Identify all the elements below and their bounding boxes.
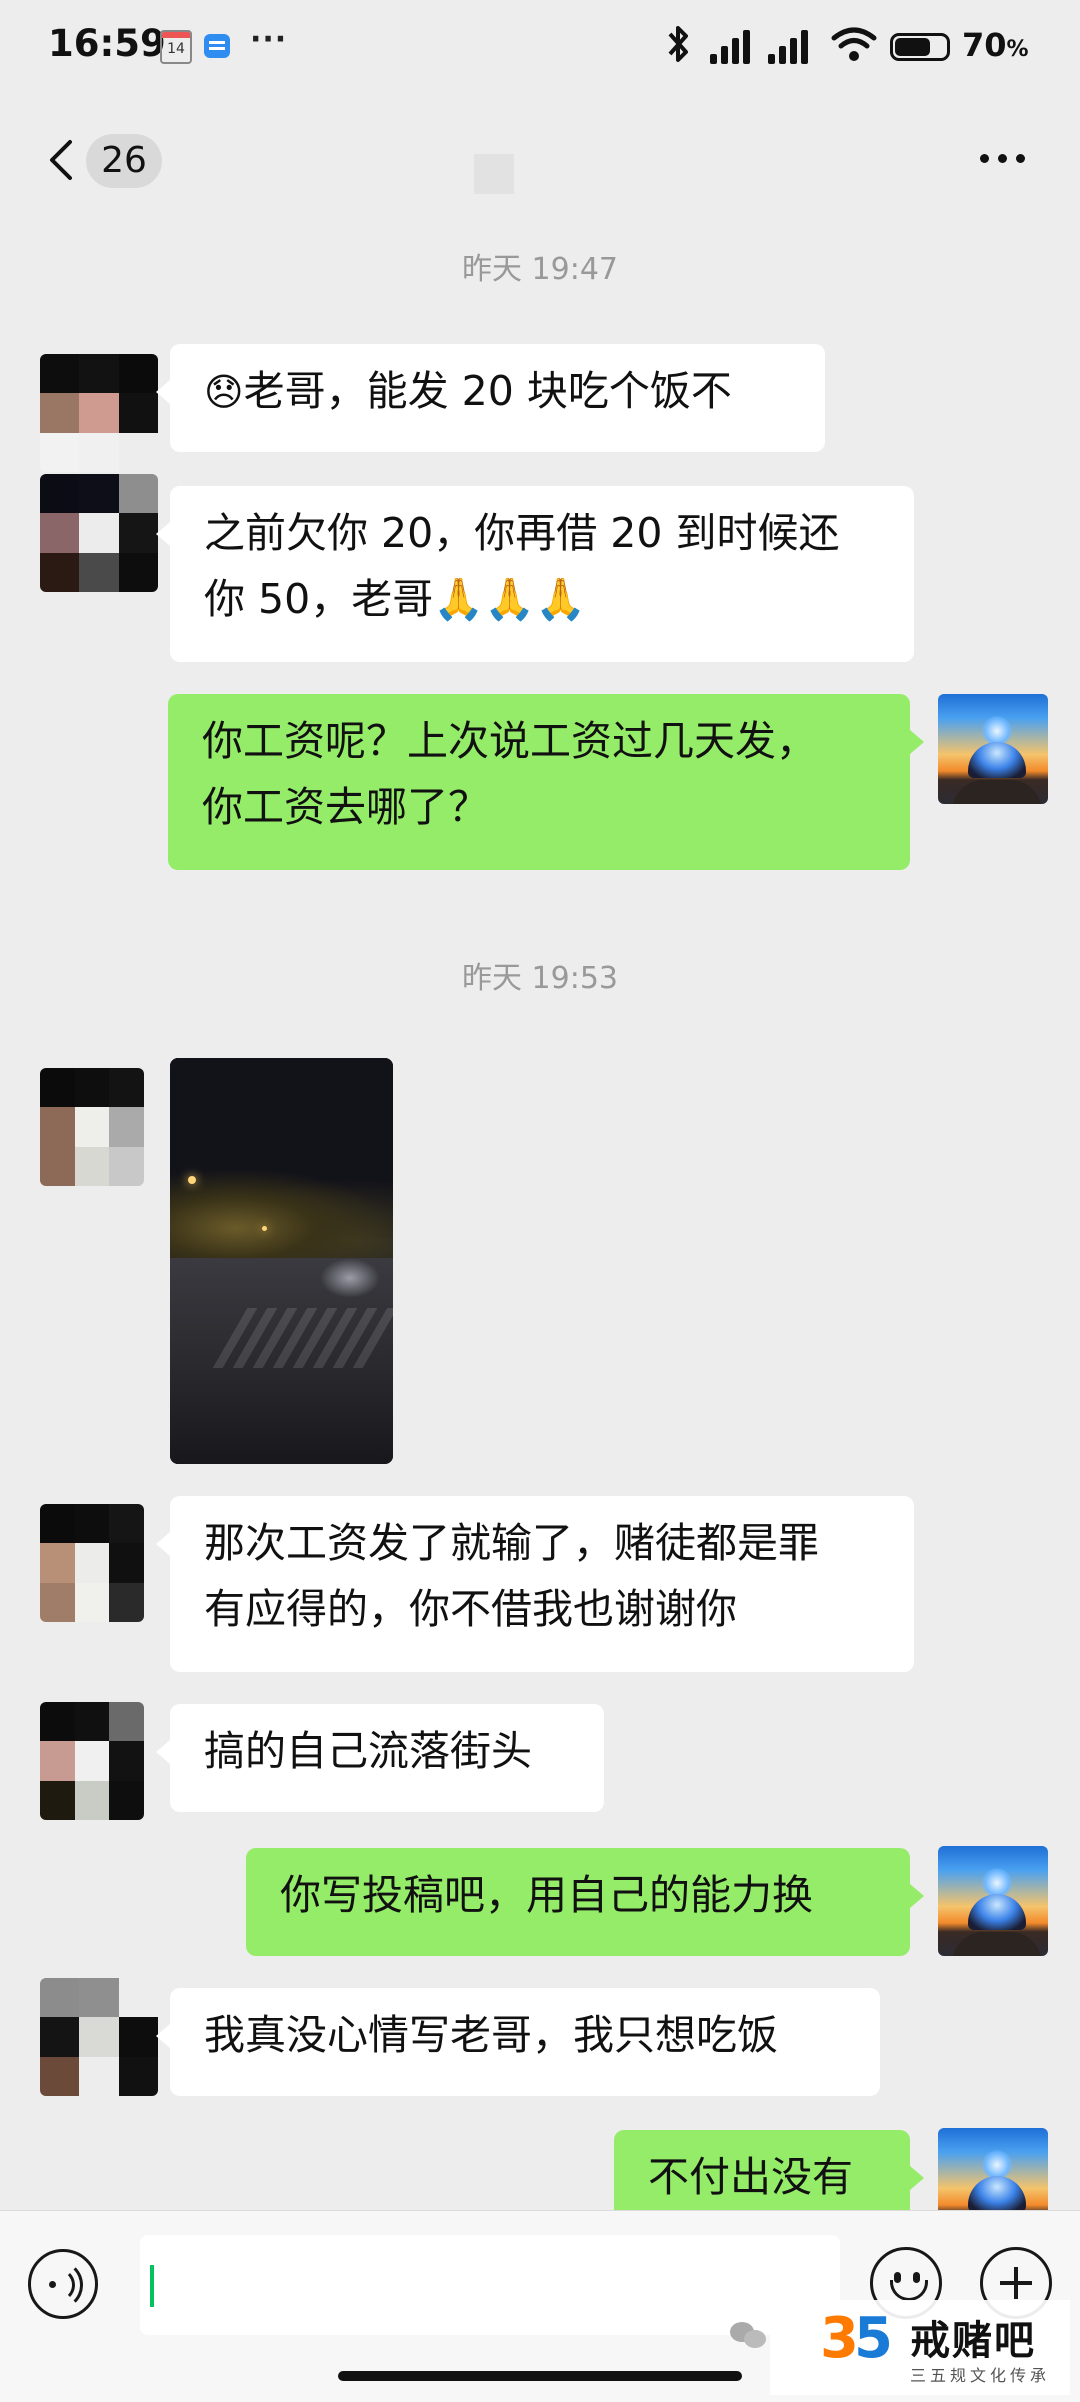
message-bubble-incoming[interactable]: 我真没心情写老哥，我只想吃饭	[156, 1988, 880, 2096]
wechat-watermark-icon	[730, 2318, 770, 2352]
my-avatar[interactable]	[938, 1846, 1048, 1956]
contact-avatar[interactable]	[40, 354, 158, 472]
message-text-line: 有应得的，你不借我也谢谢你	[204, 1585, 737, 1633]
watermark-subtitle: 三五规文化传承	[910, 2366, 1051, 2385]
sad-face-emoji: 😞	[204, 370, 244, 414]
watermark-logo-digit: 5	[854, 2306, 893, 2371]
timestamp: 昨天 19:47	[462, 252, 618, 287]
contact-avatar[interactable]	[40, 1978, 158, 2096]
voice-input-icon[interactable]	[28, 2249, 98, 2319]
more-notifications-icon: ···	[250, 22, 288, 57]
message-bubble-incoming[interactable]: 😞老哥，能发 20 块吃个饭不	[156, 344, 825, 452]
message-text: 不付出没有	[648, 2153, 853, 2201]
unread-count-badge[interactable]: 26	[86, 134, 162, 188]
calendar-icon: 14	[160, 30, 192, 64]
street-light	[188, 1176, 196, 1184]
contact-avatar[interactable]	[40, 474, 158, 592]
message-text: 你写投稿吧，用自己的能力换	[280, 1871, 813, 1919]
back-arrow-icon[interactable]	[46, 138, 76, 182]
message-text: 老哥，能发 20 块吃个饭不	[243, 367, 732, 415]
battery-fill	[895, 38, 930, 56]
signal-icon-2	[768, 30, 810, 64]
message-text-line: 你 50，老哥🙏🙏🙏	[204, 575, 587, 623]
wifi-icon	[830, 24, 878, 64]
chat-title-obscured	[474, 154, 514, 194]
message-bubble-incoming[interactable]: 之前欠你 20，你再借 20 到时候还 你 50，老哥🙏🙏🙏	[156, 486, 914, 662]
timestamp: 昨天 19:53	[462, 961, 618, 996]
message-text-line: 你工资去哪了？	[202, 783, 489, 831]
message-bubble-outgoing[interactable]: 你工资呢？上次说工资过几天发， 你工资去哪了？	[168, 694, 924, 870]
contact-avatar[interactable]	[40, 1068, 144, 1186]
message-bubble-incoming[interactable]: 那次工资发了就输了，赌徒都是罪 有应得的，你不借我也谢谢你	[156, 1496, 914, 1672]
text-cursor	[150, 2265, 154, 2307]
message-text-line: 之前欠你 20，你再借 20 到时候还	[204, 509, 840, 557]
contact-avatar[interactable]	[40, 1702, 144, 1820]
video-message-thumbnail[interactable]	[170, 1058, 393, 1464]
battery-percent-value: 70	[962, 26, 1007, 64]
street-light	[262, 1226, 267, 1231]
message-text: 搞的自己流落街头	[204, 1727, 532, 1775]
battery-icon	[890, 33, 950, 61]
contact-avatar[interactable]	[40, 1504, 144, 1622]
watermark-title: 戒赌吧	[910, 2318, 1036, 2364]
video-frame-glow	[320, 1258, 380, 1298]
battery-percent-unit: %	[1006, 37, 1029, 62]
message-text-line: 你工资呢？上次说工资过几天发，	[202, 717, 817, 765]
watermark-logo: 35 戒赌吧 三五规文化传承	[770, 2300, 1070, 2395]
home-indicator[interactable]	[338, 2371, 742, 2381]
watermark-35-logo: 35	[820, 2306, 900, 2371]
battery-percent: 70%	[962, 26, 1029, 64]
bluetooth-icon	[664, 24, 694, 73]
message-text: 我真没心情写老哥，我只想吃饭	[204, 2011, 778, 2059]
more-options-icon[interactable]	[980, 140, 1026, 176]
message-bubble-outgoing[interactable]: 你写投稿吧，用自己的能力换	[246, 1848, 924, 1956]
message-notification-icon	[204, 34, 230, 58]
message-bubble-incoming[interactable]: 搞的自己流落街头	[156, 1704, 604, 1812]
status-time: 16:59	[48, 22, 166, 65]
my-avatar[interactable]	[938, 694, 1048, 804]
chat-header: 26	[0, 110, 1080, 210]
message-text-line: 那次工资发了就输了，赌徒都是罪	[204, 1519, 819, 1567]
status-bar: 16:59 14 ··· 70%	[0, 0, 1080, 100]
signal-icon	[710, 30, 752, 64]
